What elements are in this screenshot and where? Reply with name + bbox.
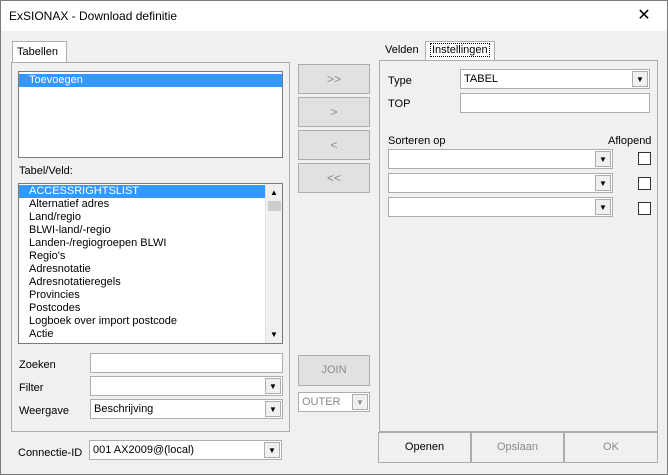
list-item[interactable]: Postcodes [19,302,282,315]
sort-field-dropdown-3[interactable]: ▼ [388,197,613,217]
join-button[interactable]: JOIN [298,355,370,386]
list-item[interactable]: Logboek over import postcode [19,315,282,328]
type-label: Type [388,75,412,87]
chevron-down-icon[interactable]: ▼ [352,394,368,410]
list-item[interactable]: Land/regio [19,211,282,224]
list-item[interactable]: ACCESSRIGHTSLIST [19,185,282,198]
instellingen-panel: Type TABEL ▼ TOP Sorteren op Aflopend ▼ … [379,60,658,432]
close-icon[interactable]: ✕ [621,1,667,31]
list-item[interactable]: Toevoegen [19,74,282,87]
weergave-dropdown[interactable]: Beschrijving ▼ [90,399,283,419]
fields-list[interactable]: ACCESSRIGHTSLIST Alternatief adres Land/… [18,183,283,344]
list-item[interactable]: Alternatief adres [19,198,282,211]
top-label: TOP [388,98,411,110]
dialog-window: ExSIONAX - Download definitie ✕ Tabellen… [0,0,668,475]
list-item[interactable]: Regio's [19,250,282,263]
ok-button[interactable]: OK [564,432,658,463]
chevron-down-icon[interactable]: ▼ [595,199,611,215]
window-title: ExSIONAX - Download definitie [9,9,178,23]
remove-all-button[interactable]: << [298,163,370,193]
chevron-down-icon[interactable]: ▼ [632,71,648,87]
list-item[interactable]: Adresnotatieregels [19,276,282,289]
sort-field-dropdown-1[interactable]: ▼ [388,149,613,169]
top-input[interactable] [460,93,650,113]
weergave-value: Beschrijving [94,403,154,415]
sort-field-dropdown-2[interactable]: ▼ [388,173,613,193]
tables-list[interactable]: Toevoegen [18,71,283,158]
tabel-veld-label: Tabel/Veld: [19,165,73,177]
outer-dropdown[interactable]: OUTER ▼ [298,392,370,412]
openen-button[interactable]: Openen [378,432,471,463]
sorteren-label: Sorteren op [388,135,446,147]
tab-velden[interactable]: Velden [385,44,419,56]
connectie-dropdown[interactable]: 001 AX2009@(local) ▼ [89,440,282,460]
title-bar: ExSIONAX - Download definitie ✕ [1,1,667,31]
opslaan-button[interactable]: Opslaan [471,432,564,463]
chevron-down-icon[interactable]: ▼ [264,442,280,458]
connectie-value: 001 AX2009@(local) [93,444,195,456]
chevron-down-icon[interactable]: ▼ [595,151,611,167]
search-input[interactable] [90,353,283,373]
scroll-down-icon[interactable]: ▼ [266,327,282,342]
remove-one-button[interactable]: < [298,130,370,160]
outer-value: OUTER [302,396,341,408]
tab-tabellen[interactable]: Tabellen [12,41,67,63]
tabellen-panel: Toevoegen Tabel/Veld: ACCESSRIGHTSLIST A… [11,62,290,432]
scroll-up-icon[interactable]: ▲ [266,185,282,200]
tab-instellingen[interactable]: Instellingen [425,41,495,61]
add-all-button[interactable]: >> [298,64,370,94]
tab-instellingen-label: Instellingen [430,43,490,57]
chevron-down-icon[interactable]: ▼ [595,175,611,191]
aflopend-checkbox-2[interactable] [638,177,651,190]
filter-label: Filter [19,382,44,394]
scroll-thumb[interactable] [268,201,281,211]
aflopend-checkbox-3[interactable] [638,202,651,215]
weergave-label: Weergave [19,405,69,417]
aflopend-checkbox-1[interactable] [638,152,651,165]
list-item[interactable]: Actie [19,328,282,341]
fields-scrollbar[interactable]: ▲ ▼ [265,184,282,343]
aflopend-label: Aflopend [608,135,652,147]
list-item[interactable]: BLWI-land/-regio [19,224,282,237]
filter-dropdown[interactable]: ▼ [90,376,283,396]
type-value: TABEL [464,73,499,85]
connectie-label: Connectie-ID [18,447,83,459]
chevron-down-icon[interactable]: ▼ [265,401,281,417]
add-one-button[interactable]: > [298,97,370,127]
list-item[interactable]: Adresnotatie [19,263,282,276]
list-item[interactable]: Landen-/regiogroepen BLWI [19,237,282,250]
type-dropdown[interactable]: TABEL ▼ [460,69,650,89]
list-item[interactable]: Provincies [19,289,282,302]
chevron-down-icon[interactable]: ▼ [265,378,281,394]
zoeken-label: Zoeken [19,359,56,371]
